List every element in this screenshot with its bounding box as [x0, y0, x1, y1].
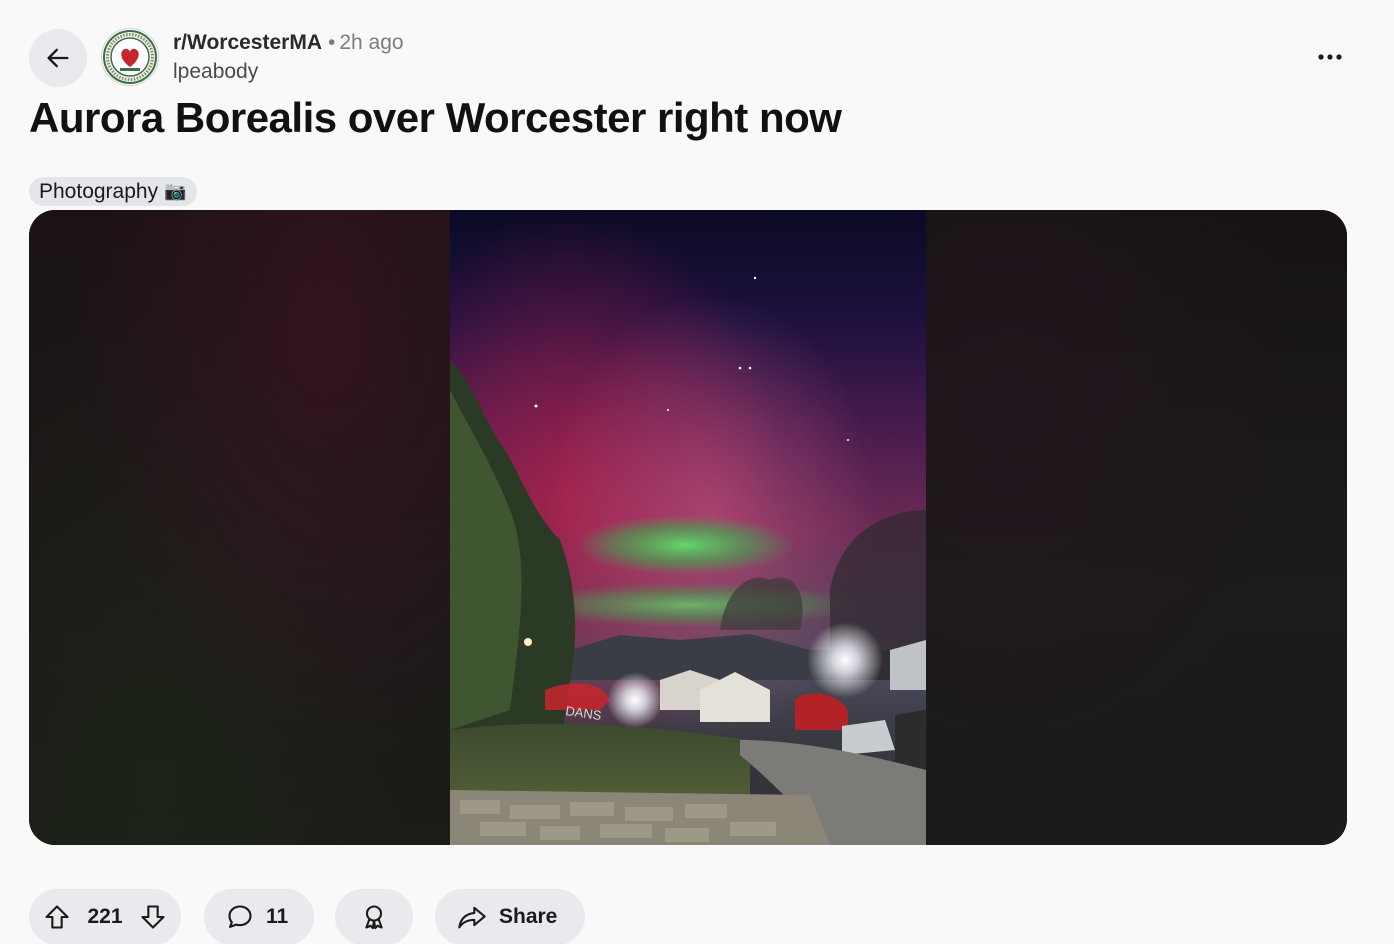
- vote-count: 221: [87, 905, 123, 928]
- ellipsis-icon: [1317, 53, 1343, 61]
- award-icon: [360, 903, 388, 931]
- share-icon: [457, 903, 487, 931]
- post-detail-page: r/WorcesterMA • 2h ago lpeabody Aurora Bor…: [0, 0, 1394, 944]
- comment-count: 11: [266, 905, 289, 928]
- post-image-container[interactable]: DANS: [29, 210, 1347, 845]
- more-options-button[interactable]: [1308, 38, 1352, 76]
- meta-separator: •: [328, 31, 336, 54]
- vote-control: 221: [29, 889, 181, 944]
- post-meta: r/WorcesterMA • 2h ago lpeabody: [173, 30, 404, 84]
- upvote-icon[interactable]: [43, 903, 71, 931]
- back-button[interactable]: [29, 29, 87, 87]
- post-title: Aurora Borealis over Worcester right now: [29, 94, 842, 141]
- image-blur-backdrop-right: [926, 210, 1347, 845]
- author-username-link[interactable]: lpeabody: [173, 60, 404, 84]
- award-button[interactable]: [335, 889, 413, 944]
- aurora-photo: DANS: [450, 210, 926, 845]
- flair-label: Photography: [39, 180, 159, 203]
- worcester-seal-icon: [103, 30, 157, 84]
- camera-icon: 📷: [164, 181, 187, 201]
- post-flair[interactable]: Photography 📷: [29, 177, 197, 206]
- image-blur-backdrop-left: [29, 210, 450, 845]
- downvote-icon[interactable]: [139, 903, 167, 931]
- comments-button[interactable]: 11: [204, 889, 314, 944]
- arrow-left-icon: [44, 44, 72, 72]
- post-timestamp: 2h ago: [339, 31, 404, 54]
- share-button[interactable]: Share: [435, 889, 585, 944]
- share-label: Share: [499, 905, 558, 928]
- subreddit-name-link[interactable]: r/WorcesterMA: [173, 31, 322, 54]
- comment-icon: [226, 903, 254, 931]
- subreddit-avatar[interactable]: [101, 28, 159, 86]
